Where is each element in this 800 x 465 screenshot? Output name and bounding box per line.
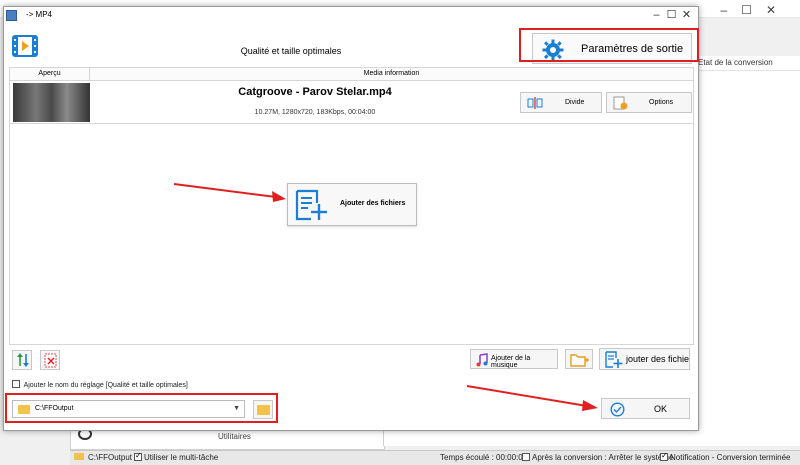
minimize-icon[interactable]: – <box>649 9 664 21</box>
after-conversion-check-icon[interactable] <box>522 453 530 461</box>
add-files-bottom-button[interactable]: jouter des fichier <box>599 348 690 370</box>
music-icon <box>476 353 488 367</box>
delete-button[interactable] <box>40 350 60 370</box>
file-name: Catgroove - Parov Stelar.mp4 <box>238 86 392 98</box>
notification-check-icon[interactable] <box>660 451 668 461</box>
divide-icon <box>527 97 543 109</box>
main-maximize-icon[interactable]: ☐ <box>741 3 766 17</box>
status-folder-icon <box>74 453 84 462</box>
ok-check-icon <box>610 402 625 417</box>
multitask-label: Utiliser le multi-tâche <box>144 453 219 462</box>
options-button[interactable]: Options <box>606 92 692 113</box>
file-metadata: 10.27M, 1280x720, 183Kbps, 00:04:00 <box>254 109 376 116</box>
status-output-path[interactable]: C:\FFOutput <box>88 453 132 462</box>
main-close-icon[interactable]: ✕ <box>766 3 790 17</box>
file-row[interactable]: Catgroove - Parov Stelar.mp4 10.27M, 128… <box>10 82 693 124</box>
after-conversion-checkbox[interactable]: Après la conversion : Arrêter le système <box>522 453 673 462</box>
add-files-center-button[interactable]: Ajouter des fichiers <box>287 183 417 226</box>
add-music-button[interactable]: Ajouter de la musique <box>470 349 558 369</box>
app-icon <box>6 10 17 21</box>
after-conversion-label: Après la conversion : Arrêter le système <box>532 453 674 462</box>
sort-button[interactable] <box>12 350 32 370</box>
mp4-output-dialog: -> MP4 –☐✕ Qualité et taille optimales <box>3 6 699 431</box>
multitask-check-icon[interactable] <box>134 451 142 461</box>
sort-icon <box>17 353 29 367</box>
maximize-icon[interactable]: ☐ <box>664 8 679 21</box>
add-files-bottom-label: jouter des fichier <box>626 354 690 364</box>
status-bar: C:\FFOutput Utiliser le multi-tâche Temp… <box>70 450 800 465</box>
video-thumbnail <box>13 83 90 122</box>
add-music-label: Ajouter de la musique <box>491 355 531 369</box>
divide-button[interactable]: Divide <box>520 92 602 113</box>
media-info-column-header: Media information <box>90 68 693 81</box>
options-label: Options <box>649 99 674 106</box>
delete-icon <box>44 353 57 368</box>
conversion-status-column-header[interactable]: Etat de la conversion <box>696 58 800 71</box>
utilities-label[interactable]: Utilitaires <box>218 432 251 441</box>
annotation-box-output-folder <box>5 393 278 423</box>
close-icon[interactable]: ✕ <box>679 8 694 21</box>
ok-label: OK <box>654 404 668 414</box>
preset-name-checkbox-row[interactable]: Ajouter le nom du réglage [Qualité et ta… <box>12 380 188 389</box>
add-files-center-label: Ajouter des fichiers <box>340 200 406 207</box>
add-files-icon <box>295 189 327 221</box>
preset-name-checkbox-label: Ajouter le nom du réglage [Qualité et ta… <box>23 382 188 389</box>
main-window-controls[interactable]: –☐✕ <box>720 3 790 17</box>
divide-label: Divide <box>565 99 585 106</box>
dialog-title: -> MP4 <box>26 10 53 19</box>
dialog-window-controls: – ☐ ✕ <box>649 8 694 21</box>
main-minimize-icon[interactable]: – <box>720 3 741 17</box>
notification-label: Notification - Conversion terminée <box>670 453 791 462</box>
preset-title: Qualité et taille optimales <box>240 46 342 56</box>
elapsed-time: Temps écoulé : 00:00:00 <box>440 453 528 462</box>
multitask-checkbox[interactable]: Utiliser le multi-tâche <box>134 451 219 462</box>
dialog-titlebar: -> MP4 – ☐ ✕ <box>4 7 698 24</box>
notification-checkbox[interactable]: Notification - Conversion terminée <box>660 451 791 462</box>
add-files-small-icon <box>605 351 623 368</box>
preset-name-checkbox[interactable] <box>12 380 20 388</box>
annotation-box-output-settings <box>519 28 699 62</box>
folder-add-icon <box>570 354 589 367</box>
options-icon <box>613 96 628 110</box>
add-folder-button[interactable] <box>565 349 593 369</box>
ok-button[interactable]: OK <box>601 398 690 419</box>
preview-column-header: Aperçu <box>10 68 90 81</box>
